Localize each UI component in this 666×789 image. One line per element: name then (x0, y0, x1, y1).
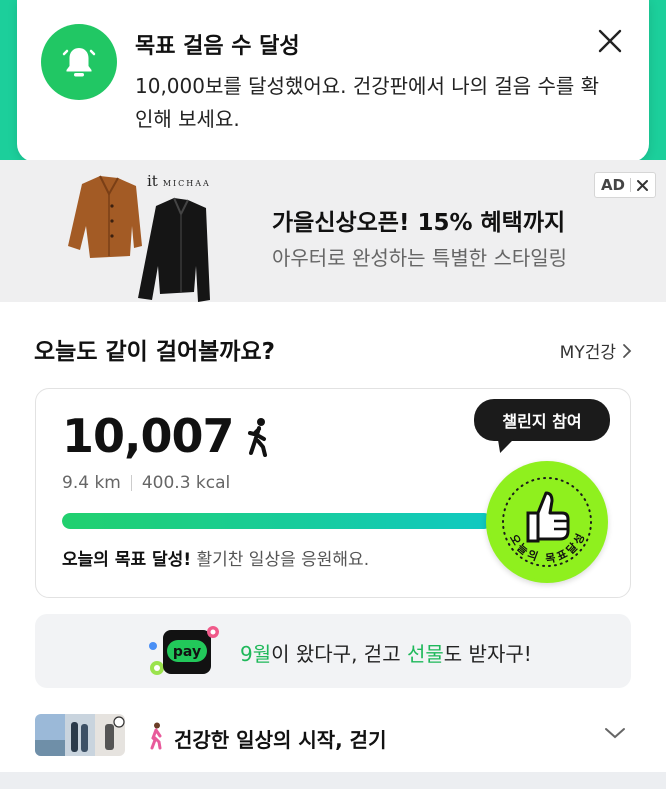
challenge-join-button[interactable]: 챌린지 참여 (474, 399, 610, 441)
ad-banner[interactable]: it MICHAA 가을신상오픈! 15% 혜택까지 아우터로 완성하는 특별한 … (0, 160, 666, 302)
walking-title: 건강한 일상의 시작, 걷기 (174, 728, 387, 752)
ad-label: AD (600, 176, 625, 194)
notification-title: 목표 걸음 수 달성 (135, 34, 300, 59)
goal-progress-fill (62, 513, 492, 529)
walking-woman-icon (150, 722, 162, 750)
ad-badge[interactable]: AD (593, 172, 656, 198)
section-title: 오늘도 같이 걸어볼까요? (34, 339, 275, 365)
my-health-link[interactable]: MY건강 (560, 338, 632, 363)
walk-main-section: 오늘도 같이 걸어볼까요? MY건강 10,007 9.4 km 400.3 k… (0, 302, 666, 772)
divider (630, 178, 631, 192)
pay-label: pay (173, 644, 201, 660)
walking-person-icon (248, 418, 267, 457)
ad-subline: 아우터로 완성하는 특별한 스타일링 (272, 246, 568, 270)
pay-event-banner[interactable]: pay 9월이 왔다구, 걷고 선물도 받자구! (35, 614, 631, 688)
goal-progress-bar (62, 513, 492, 529)
ad-close-icon[interactable] (636, 179, 649, 192)
my-health-label: MY건강 (559, 343, 616, 363)
steps-card[interactable]: 10,007 9.4 km 400.3 kcal 오늘의 목표 달성! 활기찬 … (35, 388, 631, 598)
notification-body: 10,000보를 달성했어요. 건강판에서 나의 걸음 수를 확인해 보세요. (135, 74, 600, 131)
distance-value: 9.4 km (62, 473, 121, 493)
chevron-down-icon[interactable] (604, 726, 626, 740)
section-divider (0, 772, 666, 789)
pay-banner-text: 9월이 왔다구, 걷고 선물도 받자구! (240, 642, 532, 666)
goal-achieved-badge[interactable]: 오늘의 목표달성 (486, 461, 608, 583)
bell-icon (41, 24, 117, 100)
walking-content-row[interactable]: 건강한 일상의 시작, 걷기 (0, 702, 666, 772)
walking-thumbnail (35, 714, 125, 756)
close-icon[interactable] (593, 24, 627, 58)
challenge-label: 챌린지 참여 (502, 412, 582, 431)
chevron-right-icon (623, 343, 632, 358)
divider (130, 475, 132, 491)
ad-headline: 가을신상오픈! 15% 혜택까지 (272, 210, 566, 236)
goal-message: 오늘의 목표 달성! 활기찬 일상을 응원해요. (62, 550, 370, 570)
calories-value: 400.3 kcal (141, 473, 231, 493)
ad-brand-logo: it MICHAA (147, 172, 211, 190)
step-count: 10,007 (62, 409, 235, 463)
pay-app-icon: pay (149, 626, 219, 675)
steps-meta: 9.4 km 400.3 kcal (62, 473, 230, 493)
goal-notification[interactable]: 목표 걸음 수 달성 10,000보를 달성했어요. 건강판에서 나의 걸음 수… (17, 0, 649, 162)
